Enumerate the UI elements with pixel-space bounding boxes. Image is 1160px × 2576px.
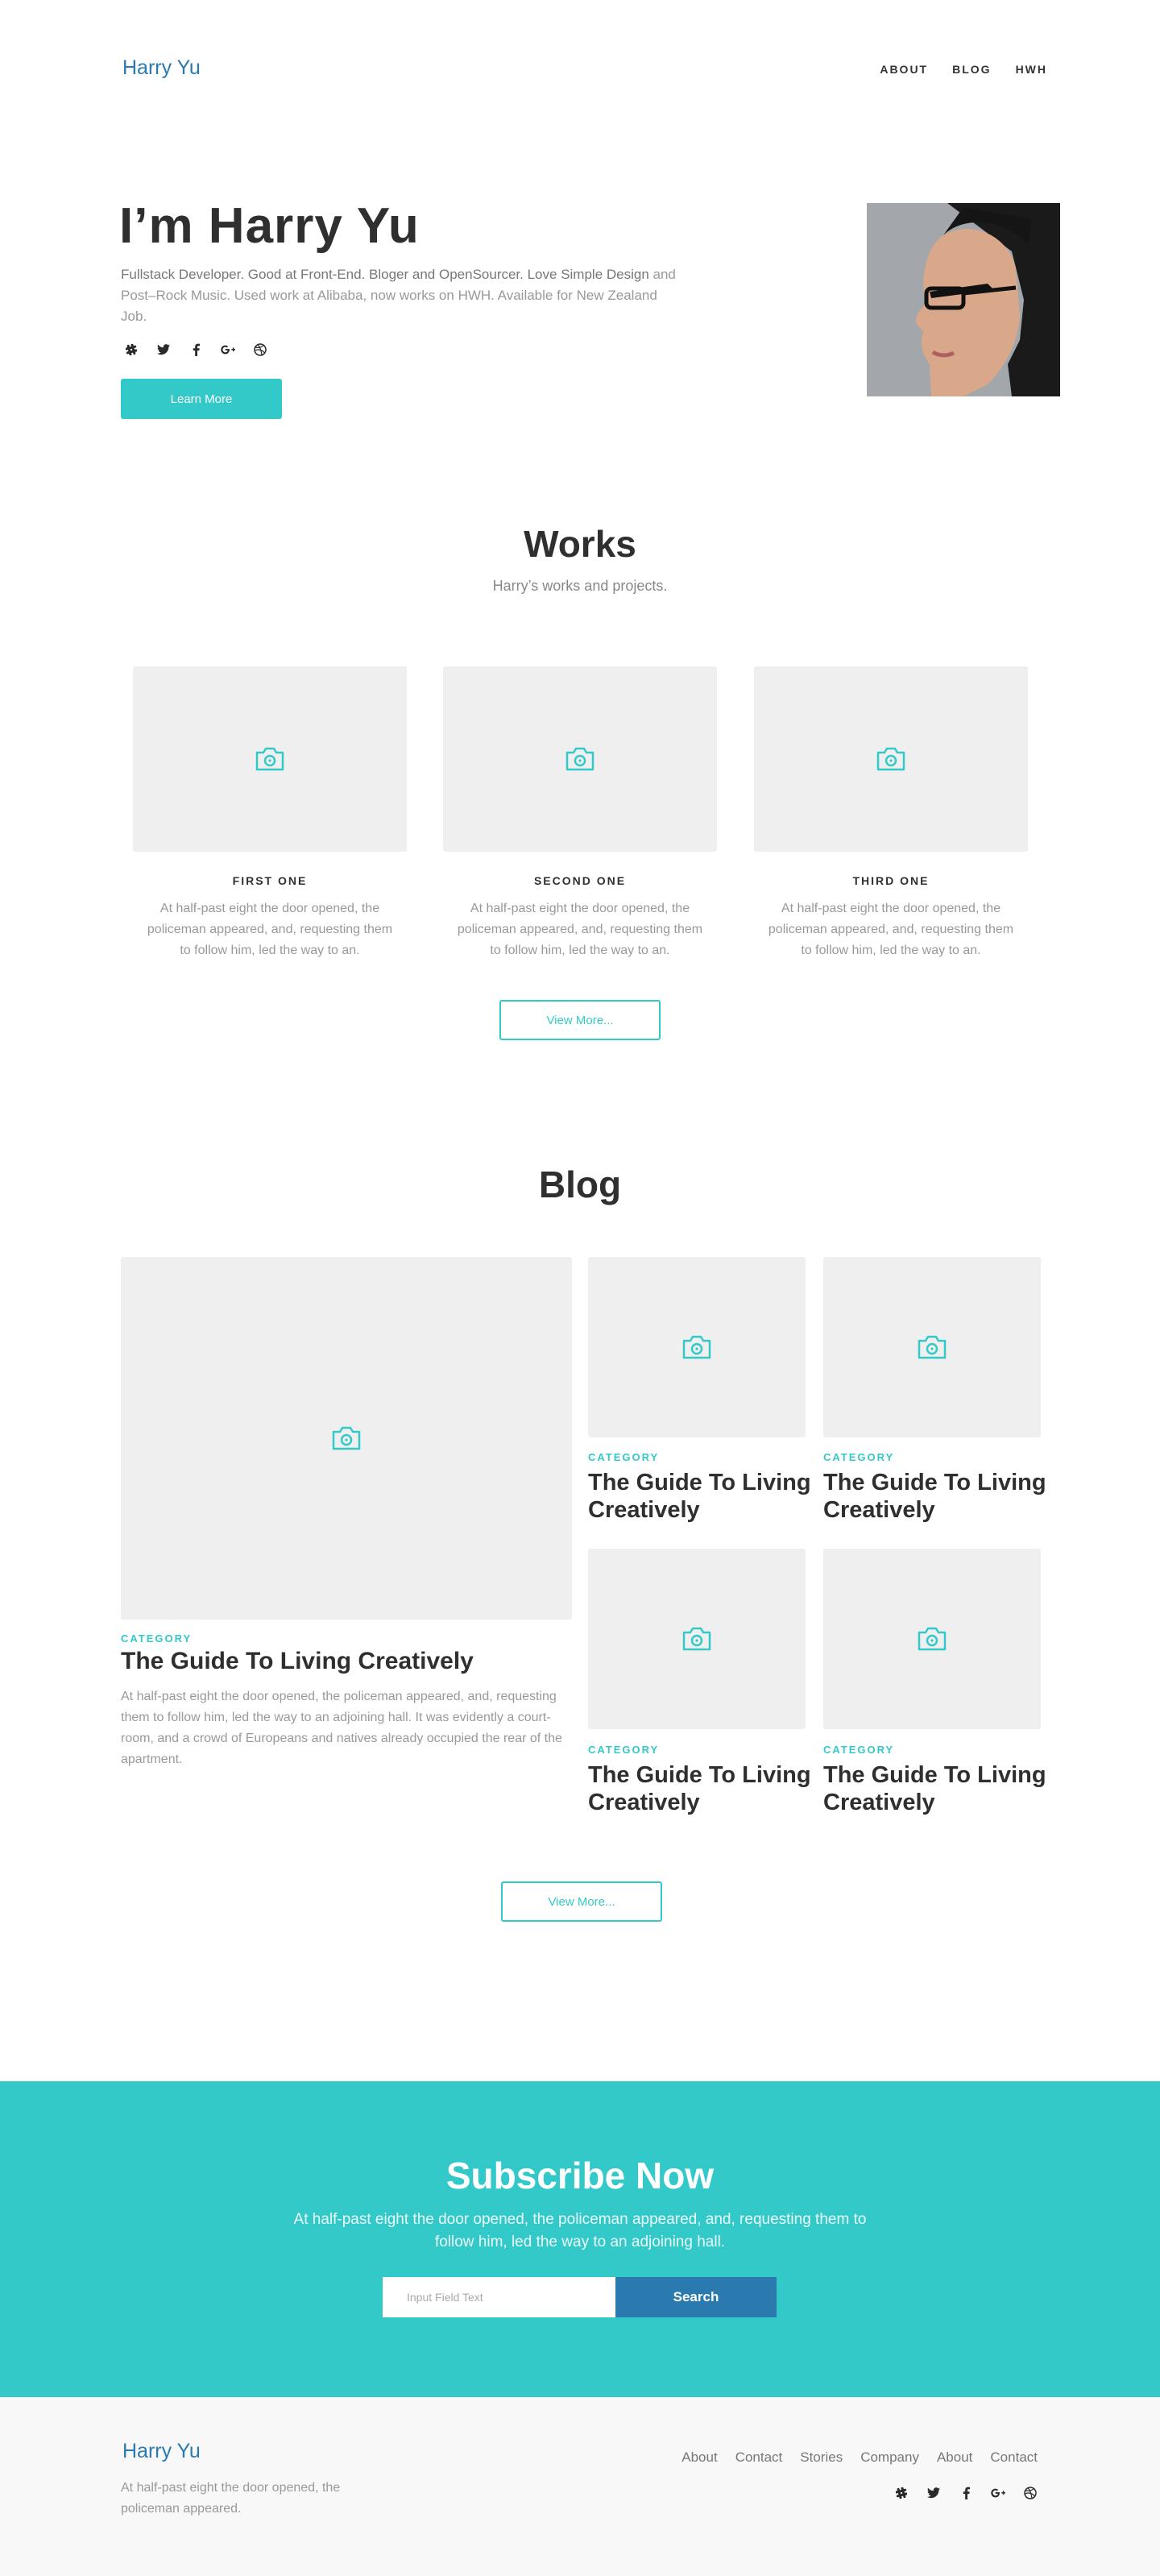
work-card[interactable]: FIRST ONE At half-past eight the door op…	[133, 666, 407, 961]
work-description: At half-past eight the door opened, the …	[147, 902, 393, 957]
blog-view-more-button[interactable]: View More...	[501, 1881, 662, 1922]
work-card[interactable]: SECOND ONE At half-past eight the door o…	[443, 666, 717, 961]
post-title[interactable]: The Guide To Living Creatively	[588, 1761, 814, 1816]
footer-link-about-2[interactable]: About	[937, 2449, 972, 2466]
footer-nav: About Contact Stories Company About Cont…	[682, 2449, 1038, 2466]
footer-description: At half-past eight the door opened, the …	[121, 2481, 341, 2516]
nav-hwh[interactable]: HWH	[1016, 63, 1047, 76]
subscribe-input[interactable]	[383, 2277, 616, 2317]
facebook-icon[interactable]	[959, 2486, 973, 2500]
works-view-more-button[interactable]: View More...	[499, 1000, 661, 1040]
footer-link-company[interactable]: Company	[860, 2449, 919, 2466]
footer-link-contact[interactable]: Contact	[735, 2449, 783, 2466]
post-category[interactable]: CATEGORY	[588, 1744, 659, 1756]
hero-title: I’m Harry Yu	[119, 198, 420, 254]
featured-post-excerpt: At half-past eight the door opened, the …	[121, 1690, 562, 1766]
post-image[interactable]	[823, 1549, 1041, 1729]
facebook-icon[interactable]	[188, 342, 203, 357]
works-subtitle: Harry’s works and projects.	[492, 578, 668, 594]
work-description: At half-past eight the door opened, the …	[768, 902, 1014, 957]
post-title[interactable]: The Guide To Living Creatively	[588, 1469, 814, 1524]
camera-icon	[682, 1335, 711, 1359]
work-name: SECOND ONE	[533, 874, 627, 887]
hero-social-links	[124, 342, 267, 357]
camera-icon	[918, 1335, 947, 1359]
post-image[interactable]	[588, 1257, 806, 1437]
featured-post-title[interactable]: The Guide To Living Creatively	[121, 1648, 474, 1675]
footer-social-links	[894, 2486, 1038, 2500]
camera-icon	[876, 747, 905, 771]
post-category[interactable]: CATEGORY	[588, 1451, 659, 1463]
hero-description-strong: Fullstack Developer. Good at Front-End. …	[121, 267, 649, 282]
work-name: FIRST ONE	[232, 874, 308, 887]
work-description: At half-past eight the door opened, the …	[457, 902, 703, 957]
avatar	[867, 203, 1060, 396]
works-title: Works	[524, 523, 636, 565]
footer-link-contact-2[interactable]: Contact	[990, 2449, 1038, 2466]
work-image-placeholder	[133, 666, 407, 852]
camera-icon	[332, 1426, 361, 1450]
nav-blog[interactable]: BLOG	[952, 63, 991, 76]
dribbble-icon[interactable]	[253, 342, 267, 357]
search-button[interactable]: Search	[615, 2277, 777, 2317]
subscribe-section: Subscribe Now At half-past eight the doo…	[0, 2081, 1160, 2397]
footer-logo[interactable]: Harry Yu	[122, 2440, 201, 2463]
learn-more-button[interactable]: Learn More	[121, 379, 282, 419]
dribbble-icon[interactable]	[1023, 2486, 1038, 2500]
camera-icon	[566, 747, 594, 771]
footer-link-stories[interactable]: Stories	[800, 2449, 843, 2466]
work-name: THIRD ONE	[852, 874, 930, 887]
twitter-icon[interactable]	[926, 2486, 941, 2500]
featured-post-image[interactable]	[121, 1257, 572, 1620]
work-card[interactable]: THIRD ONE At half-past eight the door op…	[754, 666, 1028, 961]
nav-about[interactable]: ABOUT	[880, 63, 928, 76]
subscribe-text: At half-past eight the door opened, the …	[293, 2211, 867, 2250]
subscribe-title: Subscribe Now	[445, 2155, 715, 2196]
work-image-placeholder	[443, 666, 717, 852]
post-category[interactable]: CATEGORY	[823, 1744, 894, 1756]
camera-icon	[682, 1627, 711, 1651]
footer-link-about[interactable]: About	[682, 2449, 717, 2466]
post-title[interactable]: The Guide To Living Creatively	[823, 1761, 1049, 1816]
main-nav: ABOUT BLOG HWH	[880, 63, 1047, 76]
featured-post-category[interactable]: CATEGORY	[121, 1632, 192, 1645]
post-image[interactable]	[823, 1257, 1041, 1437]
work-image-placeholder	[754, 666, 1028, 852]
site-header: Harry Yu ABOUT BLOG HWH	[0, 0, 1160, 141]
site-logo[interactable]: Harry Yu	[122, 56, 201, 80]
slack-icon[interactable]	[894, 2486, 909, 2500]
post-image[interactable]	[588, 1549, 806, 1729]
google-plus-icon[interactable]	[221, 342, 235, 357]
slack-icon[interactable]	[124, 342, 139, 357]
post-title[interactable]: The Guide To Living Creatively	[823, 1469, 1049, 1524]
hero-description: Fullstack Developer. Good at Front-End. …	[121, 264, 685, 327]
google-plus-icon[interactable]	[991, 2486, 1005, 2500]
camera-icon	[255, 747, 284, 771]
twitter-icon[interactable]	[156, 342, 171, 357]
camera-icon	[918, 1627, 947, 1651]
site-footer: Harry Yu At half-past eight the door ope…	[0, 2397, 1160, 2576]
post-category[interactable]: CATEGORY	[823, 1451, 894, 1463]
blog-title: Blog	[538, 1164, 622, 1205]
